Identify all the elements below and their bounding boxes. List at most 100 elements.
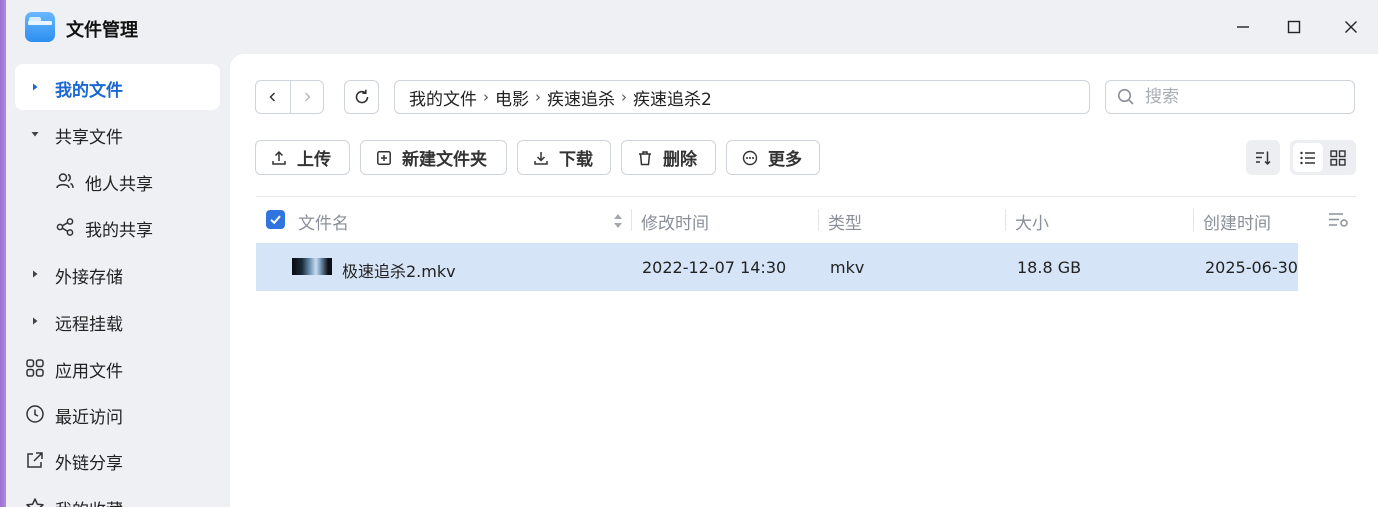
close-button[interactable] [1336,12,1366,42]
users-icon [56,173,74,189]
sidebar-item-my-files[interactable]: 我的文件 [15,64,220,110]
column-header-size[interactable]: 大小 [1015,209,1049,234]
minimize-button[interactable] [1228,12,1258,42]
file-created: 2025-06-30 [1205,258,1298,277]
file-size: 18.8 GB [1017,258,1082,277]
file-name[interactable]: 极速追杀2.mkv [342,258,456,282]
sidebar-item-label: 最近访问 [55,408,123,428]
check-icon [270,215,281,225]
column-divider[interactable] [1005,209,1006,231]
main-panel: 我的文件 › 电影 › 疾速追杀 › 疾速追杀2 上传 [230,54,1378,507]
column-divider[interactable] [818,209,819,231]
sidebar-item-external-storage[interactable]: 外接存储 [15,251,220,297]
video-thumbnail [292,258,332,275]
column-header-name[interactable]: 文件名 [298,209,349,234]
title-bar: 文件管理 [6,0,1378,54]
list-view-button[interactable] [1293,143,1323,172]
column-header-created[interactable]: 创建时间 [1203,209,1271,234]
sidebar-item-label: 我的文件 [55,81,123,101]
download-icon [534,151,548,165]
sidebar-item-label: 远程挂载 [55,315,123,335]
folder-app-icon [25,12,55,42]
more-button[interactable]: 更多 [726,140,820,175]
sidebar-item-external-link-share[interactable]: 外链分享 [15,437,220,483]
share-icon [56,218,74,236]
refresh-icon [355,89,368,104]
new-folder-label: 新建文件夹 [402,150,487,170]
close-icon [1345,21,1357,33]
chevron-right-icon: › [483,88,489,106]
sidebar-item-label: 外链分享 [55,454,123,474]
grid-view-icon [1330,149,1346,166]
breadcrumb-item[interactable]: 疾速追杀2 [633,85,712,110]
list-view-icon [1300,151,1315,164]
sidebar-item-remote-mount[interactable]: 远程挂载 [15,298,220,344]
sort-arrows-icon[interactable] [612,211,624,231]
breadcrumb-item[interactable]: 电影 [495,85,529,110]
breadcrumb-item[interactable]: 我的文件 [409,85,477,110]
upload-label: 上传 [297,150,331,170]
delete-button[interactable]: 删除 [621,140,716,175]
select-all-checkbox[interactable] [266,210,285,229]
maximize-button[interactable] [1279,12,1309,42]
column-divider[interactable] [1193,209,1194,231]
sidebar-item-shared-with-me[interactable]: 他人共享 [15,158,220,204]
new-folder-button[interactable]: 新建文件夹 [360,140,507,175]
sidebar-item-label: 我的共享 [85,221,153,241]
history-nav [255,80,324,114]
sidebar-item-label: 我的收藏 [55,496,123,507]
delete-label: 删除 [663,150,697,170]
caret-right-icon [33,83,38,91]
sidebar-item-recent[interactable]: 最近访问 [15,391,220,437]
file-manager-window: 文件管理 我的文件 共享文件 他人共享 我的共享 外接存储 远程挂载 应用文件 … [6,0,1378,507]
file-table: 文件名 修改时间 类型 大小 创建时间 极速追杀2.mkv 2022-12-07… [256,196,1356,291]
breadcrumb[interactable]: 我的文件 › 电影 › 疾速追杀 › 疾速追杀2 [394,80,1090,114]
more-label: 更多 [768,150,802,170]
refresh-button[interactable] [344,80,379,114]
new-folder-icon [377,150,391,165]
column-header-type[interactable]: 类型 [828,209,862,234]
search-input[interactable] [1145,87,1345,107]
more-icon [742,150,758,165]
trash-icon [639,150,651,165]
search-icon [1117,88,1134,105]
sidebar-item-shared-files[interactable]: 共享文件 [15,111,220,157]
clock-icon [26,405,44,423]
table-row[interactable]: 极速追杀2.mkv 2022-12-07 14:30 mkv 18.8 GB 2… [256,243,1298,291]
view-toggle [1290,140,1356,175]
search-box[interactable] [1105,80,1355,114]
sidebar-item-app-files[interactable]: 应用文件 [15,345,220,391]
download-button[interactable]: 下载 [517,140,611,175]
caret-right-icon [33,270,38,278]
caret-right-icon [33,317,38,325]
app-title: 文件管理 [66,20,138,41]
external-share-icon [27,452,43,468]
sidebar-item-label: 外接存储 [55,268,123,288]
sidebar-item-my-shares[interactable]: 我的共享 [15,204,220,250]
download-label: 下载 [559,150,593,170]
column-divider[interactable] [631,209,632,231]
caret-down-icon [31,132,39,137]
grid-apps-icon [26,359,44,377]
sidebar-item-label: 共享文件 [55,128,123,148]
grid-view-button[interactable] [1323,143,1353,172]
sidebar-item-label: 他人共享 [85,175,153,195]
upload-button[interactable]: 上传 [255,140,350,175]
chevron-right-icon [304,92,311,102]
back-button[interactable] [256,81,290,113]
minimize-icon [1237,26,1249,28]
column-header-modified[interactable]: 修改时间 [641,209,709,234]
sidebar-item-label: 应用文件 [55,362,123,382]
chevron-right-icon: › [535,88,541,106]
upload-icon [272,150,286,165]
sidebar: 我的文件 共享文件 他人共享 我的共享 外接存储 远程挂载 应用文件 最近访问 … [6,54,230,507]
sort-icon [1256,151,1271,165]
chevron-right-icon: › [621,88,627,106]
chevron-left-icon [269,92,275,102]
forward-button[interactable] [289,81,324,113]
column-settings-icon[interactable] [1328,211,1350,229]
breadcrumb-item[interactable]: 疾速追杀 [547,85,615,110]
sidebar-item-favorites[interactable]: 我的收藏 [15,484,220,507]
sort-button[interactable] [1246,140,1280,175]
table-header: 文件名 修改时间 类型 大小 创建时间 [256,196,1356,243]
